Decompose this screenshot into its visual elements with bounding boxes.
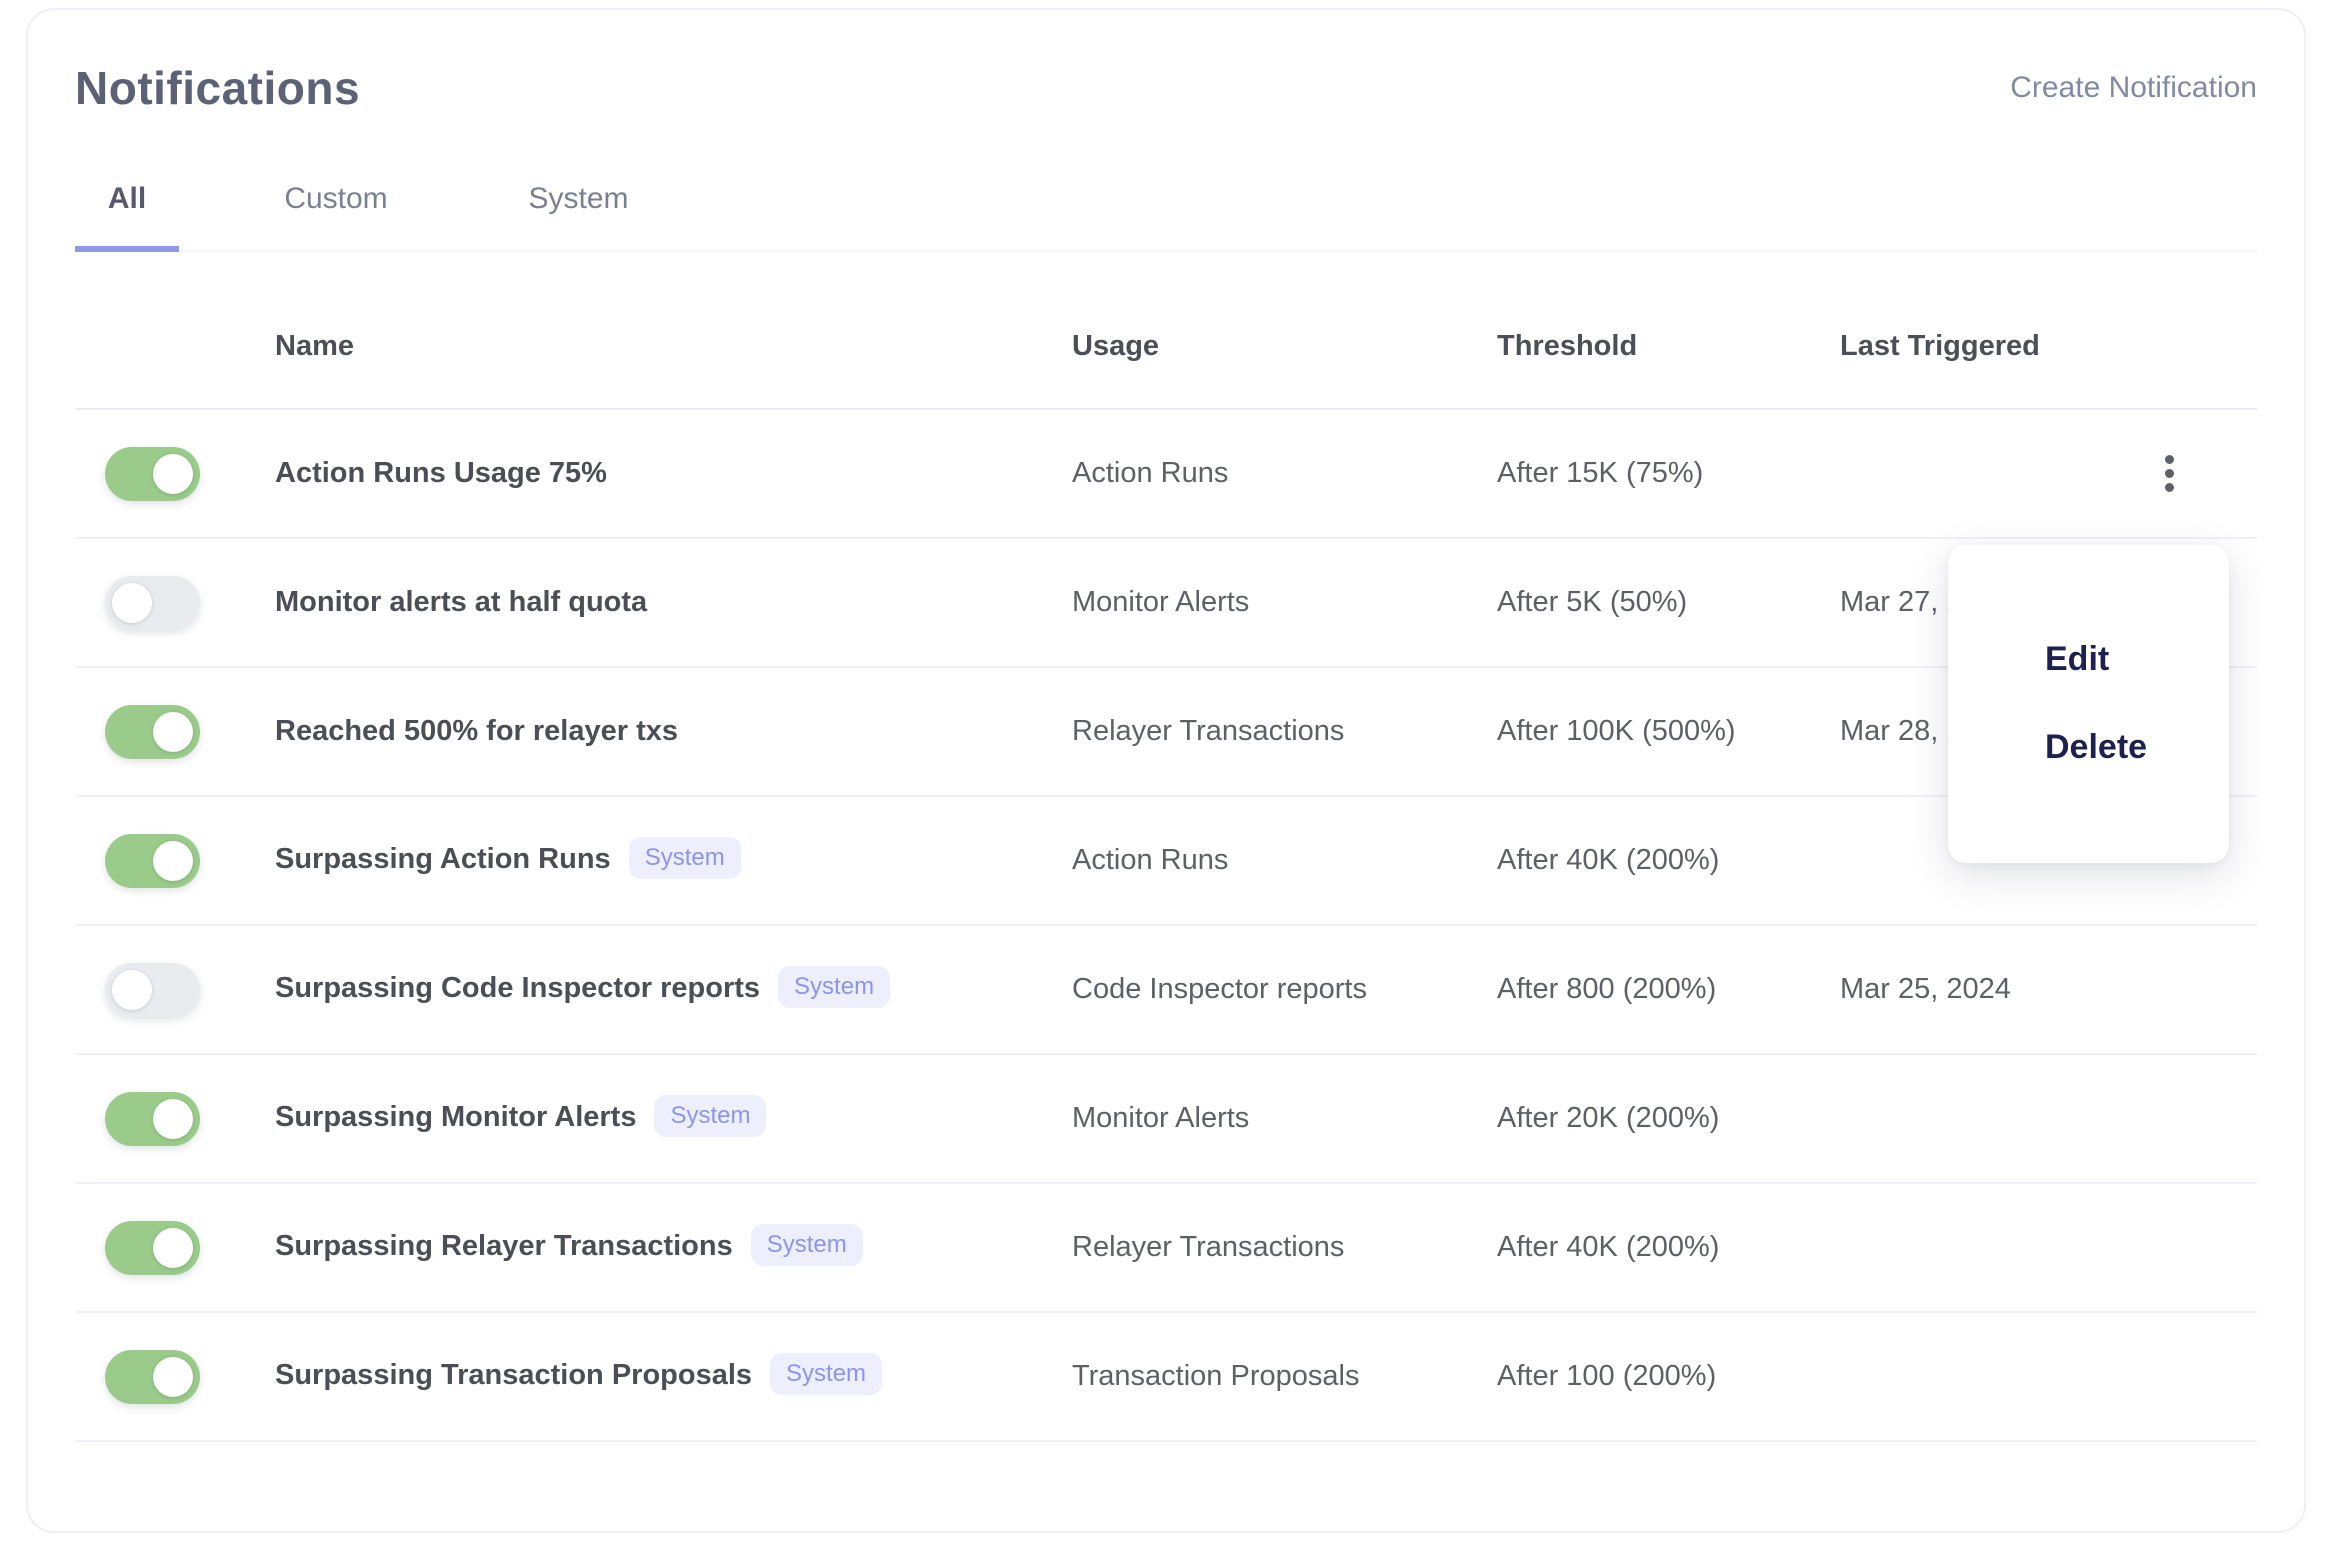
system-badge: System <box>750 1223 863 1266</box>
notification-name: Surpassing Code Inspector reports <box>275 971 761 1004</box>
tab-all[interactable]: All <box>75 156 179 252</box>
notification-name: Surpassing Relayer Transactions <box>275 1229 733 1262</box>
menu-item-delete[interactable]: Delete <box>1948 715 2229 779</box>
create-notification-button[interactable]: Create Notification <box>2010 66 2257 110</box>
notification-name: Monitor alerts at half quota <box>275 586 648 618</box>
notification-name: Surpassing Action Runs <box>275 842 611 875</box>
threshold-value: After 15K (75%) <box>1497 457 1704 489</box>
column-header-threshold: Threshold <box>1497 329 1638 362</box>
usage-value: Monitor Alerts <box>1072 1102 1250 1134</box>
table-row: Surpassing Monitor Alerts System Monitor … <box>75 1055 2257 1184</box>
toggle-knob <box>112 969 152 1010</box>
notification-name: Action Runs Usage 75% <box>275 457 607 489</box>
threshold-value: After 40K (200%) <box>1497 1231 1720 1263</box>
threshold-value: After 40K (200%) <box>1497 844 1720 876</box>
toggle-knob <box>153 1356 193 1397</box>
toggle-knob <box>153 453 193 494</box>
tab-bar: All Custom System <box>75 156 2257 252</box>
toggle-knob <box>153 1098 193 1139</box>
notification-name: Surpassing Monitor Alerts <box>275 1100 637 1133</box>
toggle-switch[interactable] <box>105 833 200 888</box>
tab-custom[interactable]: Custom <box>275 156 397 252</box>
kebab-menu-icon[interactable] <box>2155 445 2184 502</box>
system-badge: System <box>654 1094 767 1137</box>
menu-item-edit[interactable]: Edit <box>1948 627 2229 691</box>
usage-value: Relayer Transactions <box>1072 1231 1345 1263</box>
toggle-switch[interactable] <box>105 962 200 1017</box>
page-title: Notifications <box>75 62 361 114</box>
system-badge: System <box>778 965 891 1008</box>
toggle-switch[interactable] <box>105 704 200 759</box>
table-row: Reached 500% for relayer txs Relayer Tra… <box>75 668 2257 797</box>
toggle-knob <box>153 1227 193 1268</box>
card-header: Notifications Create Notification <box>75 62 2257 114</box>
table-row: Action Runs Usage 75% Action Runs After … <box>75 410 2257 539</box>
toggle-knob <box>112 582 152 623</box>
usage-value: Code Inspector reports <box>1072 973 1367 1005</box>
usage-value: Transaction Proposals <box>1072 1360 1360 1392</box>
system-badge: System <box>628 836 741 879</box>
table-row: Surpassing Relayer Transactions System Re… <box>75 1184 2257 1313</box>
table-row: Surpassing Code Inspector reports System … <box>75 926 2257 1055</box>
table-body: Action Runs Usage 75% Action Runs After … <box>75 410 2257 1442</box>
notification-name: Reached 500% for relayer txs <box>275 715 678 747</box>
system-badge: System <box>770 1352 883 1395</box>
toggle-switch[interactable] <box>105 1091 200 1146</box>
threshold-value: After 20K (200%) <box>1497 1102 1720 1134</box>
threshold-value: After 100 (200%) <box>1497 1360 1717 1392</box>
toggle-knob <box>153 711 193 752</box>
context-menu: Edit Delete <box>1948 545 2229 863</box>
usage-value: Action Runs <box>1072 844 1229 876</box>
threshold-value: After 800 (200%) <box>1497 973 1717 1005</box>
table-header: Name Usage Threshold Last Triggered <box>75 252 2257 410</box>
usage-value: Action Runs <box>1072 457 1229 489</box>
toggle-switch[interactable] <box>105 575 200 630</box>
column-header-name: Name <box>275 329 354 362</box>
column-header-last-triggered: Last Triggered <box>1840 329 2040 362</box>
tab-system[interactable]: System <box>520 156 637 252</box>
usage-value: Relayer Transactions <box>1072 715 1345 747</box>
notification-name: Surpassing Transaction Proposals <box>275 1358 753 1391</box>
toggle-knob <box>153 840 193 881</box>
toggle-switch[interactable] <box>105 1349 200 1404</box>
threshold-value: After 100K (500%) <box>1497 715 1736 747</box>
threshold-value: After 5K (50%) <box>1497 586 1688 618</box>
table-row: Surpassing Action Runs System Action Runs… <box>75 797 2257 926</box>
toggle-switch[interactable] <box>105 446 200 501</box>
table-row: Surpassing Transaction Proposals System T… <box>75 1313 2257 1442</box>
usage-value: Monitor Alerts <box>1072 586 1250 618</box>
last-triggered-value: Mar 25, 2024 <box>1840 973 2011 1005</box>
table-row: Monitor alerts at half quota Monitor Ale… <box>75 539 2257 668</box>
column-header-usage: Usage <box>1072 329 1160 362</box>
toggle-switch[interactable] <box>105 1220 200 1275</box>
